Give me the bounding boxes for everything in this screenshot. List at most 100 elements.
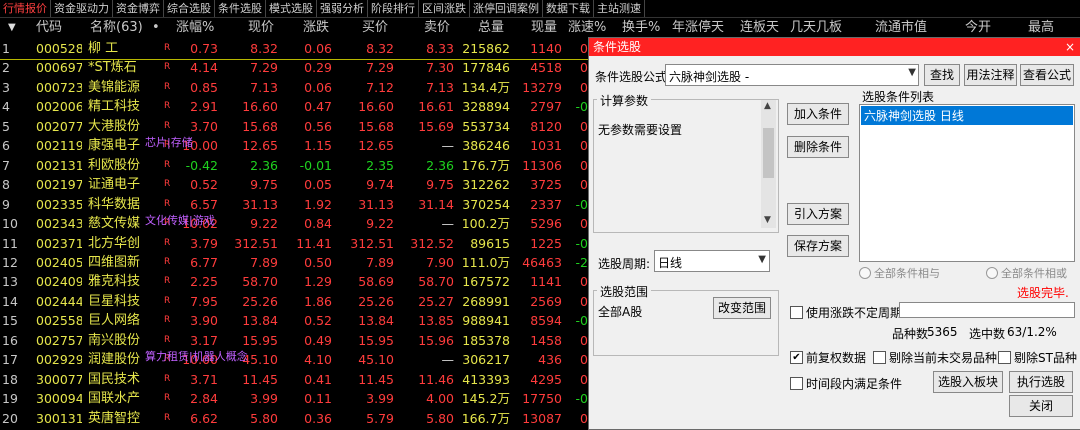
ask-price: 7.13 xyxy=(426,79,454,95)
exclude-st-checkbox[interactable] xyxy=(998,351,1011,364)
tab-item[interactable]: 涨停回调案例 xyxy=(470,0,543,17)
header-today[interactable]: 今开 xyxy=(965,17,991,39)
speed-pct: -0 xyxy=(575,235,588,251)
import-scheme-button[interactable]: 引入方案 xyxy=(787,203,849,225)
current-volume: 11306 xyxy=(522,157,562,173)
run-selection-button[interactable]: 执行选股 xyxy=(1009,371,1073,393)
scroll-up-icon[interactable]: ▲ xyxy=(764,101,771,111)
tab-item[interactable]: 条件选股 xyxy=(215,0,266,17)
tab-item[interactable]: 区间涨跌 xyxy=(419,0,470,17)
header-vol[interactable]: 总量 xyxy=(478,17,504,39)
period-select[interactable]: 日线 ▼ xyxy=(654,250,770,272)
tab-item[interactable]: 行情报价 xyxy=(0,0,51,17)
stock-code: 002409 xyxy=(36,274,82,290)
header-limit[interactable]: 年涨停天 xyxy=(672,17,724,39)
params-scrollbar[interactable]: ▲ ▼ xyxy=(761,100,776,228)
tab-item[interactable]: 资金博弈 xyxy=(113,0,164,17)
tab-item[interactable]: 资金驱动力 xyxy=(51,0,113,17)
header-cap[interactable]: 流通市值 xyxy=(875,17,927,39)
add-to-board-button[interactable]: 选股入板块 xyxy=(933,371,1003,393)
tab-item[interactable]: 数据下载 xyxy=(543,0,594,17)
selected-value: 63/1.2% xyxy=(1007,325,1057,339)
speed-pct: 0 xyxy=(580,60,588,76)
condition-list-item[interactable]: 六脉神剑选股 日线 xyxy=(861,106,1073,125)
header-spd[interactable]: 涨速% xyxy=(568,17,606,39)
stock-code: 002405 xyxy=(36,254,82,270)
uncertain-period-checkbox[interactable] xyxy=(790,306,803,319)
change-pct: 6.62 xyxy=(190,410,218,426)
time-range-checkbox[interactable] xyxy=(790,377,803,390)
params-title: 计算参数 xyxy=(597,92,652,109)
header-pct[interactable]: 涨幅% xyxy=(176,17,214,39)
bid-price: 25.26 xyxy=(358,293,394,309)
margin-marker: R xyxy=(164,295,171,306)
save-scheme-button[interactable]: 保存方案 xyxy=(787,235,849,257)
tab-item[interactable]: 模式选股 xyxy=(266,0,317,17)
current-price: 12.65 xyxy=(242,138,278,154)
current-volume: 1140 xyxy=(530,41,562,56)
stock-code: 002197 xyxy=(36,177,82,193)
time-range-label: 时间段内满足条件 xyxy=(806,377,903,391)
delete-condition-button[interactable]: 删除条件 xyxy=(787,136,849,158)
total-volume: 134.4万 xyxy=(461,79,510,95)
stock-name: 北方华创 xyxy=(88,235,141,251)
row-number: 12 xyxy=(2,254,18,270)
change-range-button[interactable]: 改变范围 xyxy=(713,297,771,319)
tab-item[interactable]: 阶段排行 xyxy=(368,0,419,17)
uncertain-period-input[interactable] xyxy=(899,302,1075,318)
formula-label: 条件选股公式 xyxy=(595,70,668,84)
change-amount: 0.29 xyxy=(304,60,332,76)
dialog-title-bar[interactable]: 条件选股 × xyxy=(589,38,1080,56)
tab-item[interactable]: 主站测速 xyxy=(594,0,645,17)
scroll-thumb[interactable] xyxy=(763,128,774,178)
tab-item[interactable]: 综合选股 xyxy=(164,0,215,17)
exclude-untraded-checkbox[interactable] xyxy=(873,351,886,364)
bid-price: 3.99 xyxy=(366,391,394,407)
current-volume: 5296 xyxy=(530,216,562,232)
period-label: 选股周期: xyxy=(598,257,651,271)
header-cur[interactable]: 现量 xyxy=(531,17,557,39)
header-chg[interactable]: 涨跌 xyxy=(303,17,329,39)
fq-data-checkbox[interactable]: ✔ xyxy=(790,351,803,364)
usage-notes-button[interactable]: 用法注释 xyxy=(964,64,1017,86)
row-number: 1 xyxy=(2,41,10,56)
add-condition-button[interactable]: 加入条件 xyxy=(787,103,849,125)
total-volume: 111.0万 xyxy=(461,254,510,270)
tab-item[interactable]: 强弱分析 xyxy=(317,0,368,17)
scroll-down-icon[interactable]: ▼ xyxy=(764,215,771,225)
stock-name: 英唐智控 xyxy=(88,410,141,426)
header-board[interactable]: 连板天 xyxy=(740,17,779,39)
header-sort-arrow-icon[interactable]: ▼ xyxy=(8,17,16,39)
close-button[interactable]: 关闭 xyxy=(1009,395,1073,417)
speed-pct: -2 xyxy=(575,254,588,270)
ask-price: 13.85 xyxy=(418,313,454,329)
view-formula-button[interactable]: 查看公式 xyxy=(1020,64,1074,86)
header-price[interactable]: 现价 xyxy=(248,17,274,39)
stock-code: 002006 xyxy=(36,99,82,115)
header-turn[interactable]: 换手% xyxy=(622,17,660,39)
selected-label: 选中数 xyxy=(969,327,1006,341)
stock-code: 300131 xyxy=(36,410,82,426)
formula-select[interactable]: 六脉神剑选股 - ▼ xyxy=(665,64,919,86)
bid-price: 9.22 xyxy=(366,216,394,232)
speed-pct: 0 xyxy=(580,332,588,348)
header-code[interactable]: 代码 xyxy=(36,17,62,39)
bid-price: 11.45 xyxy=(358,371,394,387)
header-ask[interactable]: 卖价 xyxy=(424,17,450,39)
current-volume: 4295 xyxy=(530,371,562,387)
header-few[interactable]: 几天几板 xyxy=(790,17,842,39)
change-amount: 0.84 xyxy=(304,216,332,232)
close-icon[interactable]: × xyxy=(1065,38,1075,56)
current-volume: 2797 xyxy=(530,99,562,115)
radio-or[interactable] xyxy=(986,267,998,279)
bid-price: 15.68 xyxy=(358,118,394,134)
header-name[interactable]: 名称(63) xyxy=(90,17,143,39)
condition-list[interactable]: 六脉神剑选股 日线 xyxy=(859,104,1075,262)
top-tab-bar: 行情报价 资金驱动力 资金博弈 综合选股 条件选股 模式选股 强弱分析 阶段排行 区间涨跌 涨停回… xyxy=(0,0,1080,18)
header-bid[interactable]: 买价 xyxy=(362,17,388,39)
bid-price: 45.10 xyxy=(358,352,394,368)
speed-pct: 0 xyxy=(580,118,588,134)
header-high[interactable]: 最高 xyxy=(1028,17,1054,39)
radio-and[interactable] xyxy=(859,267,871,279)
find-button[interactable]: 查找 xyxy=(924,64,960,86)
